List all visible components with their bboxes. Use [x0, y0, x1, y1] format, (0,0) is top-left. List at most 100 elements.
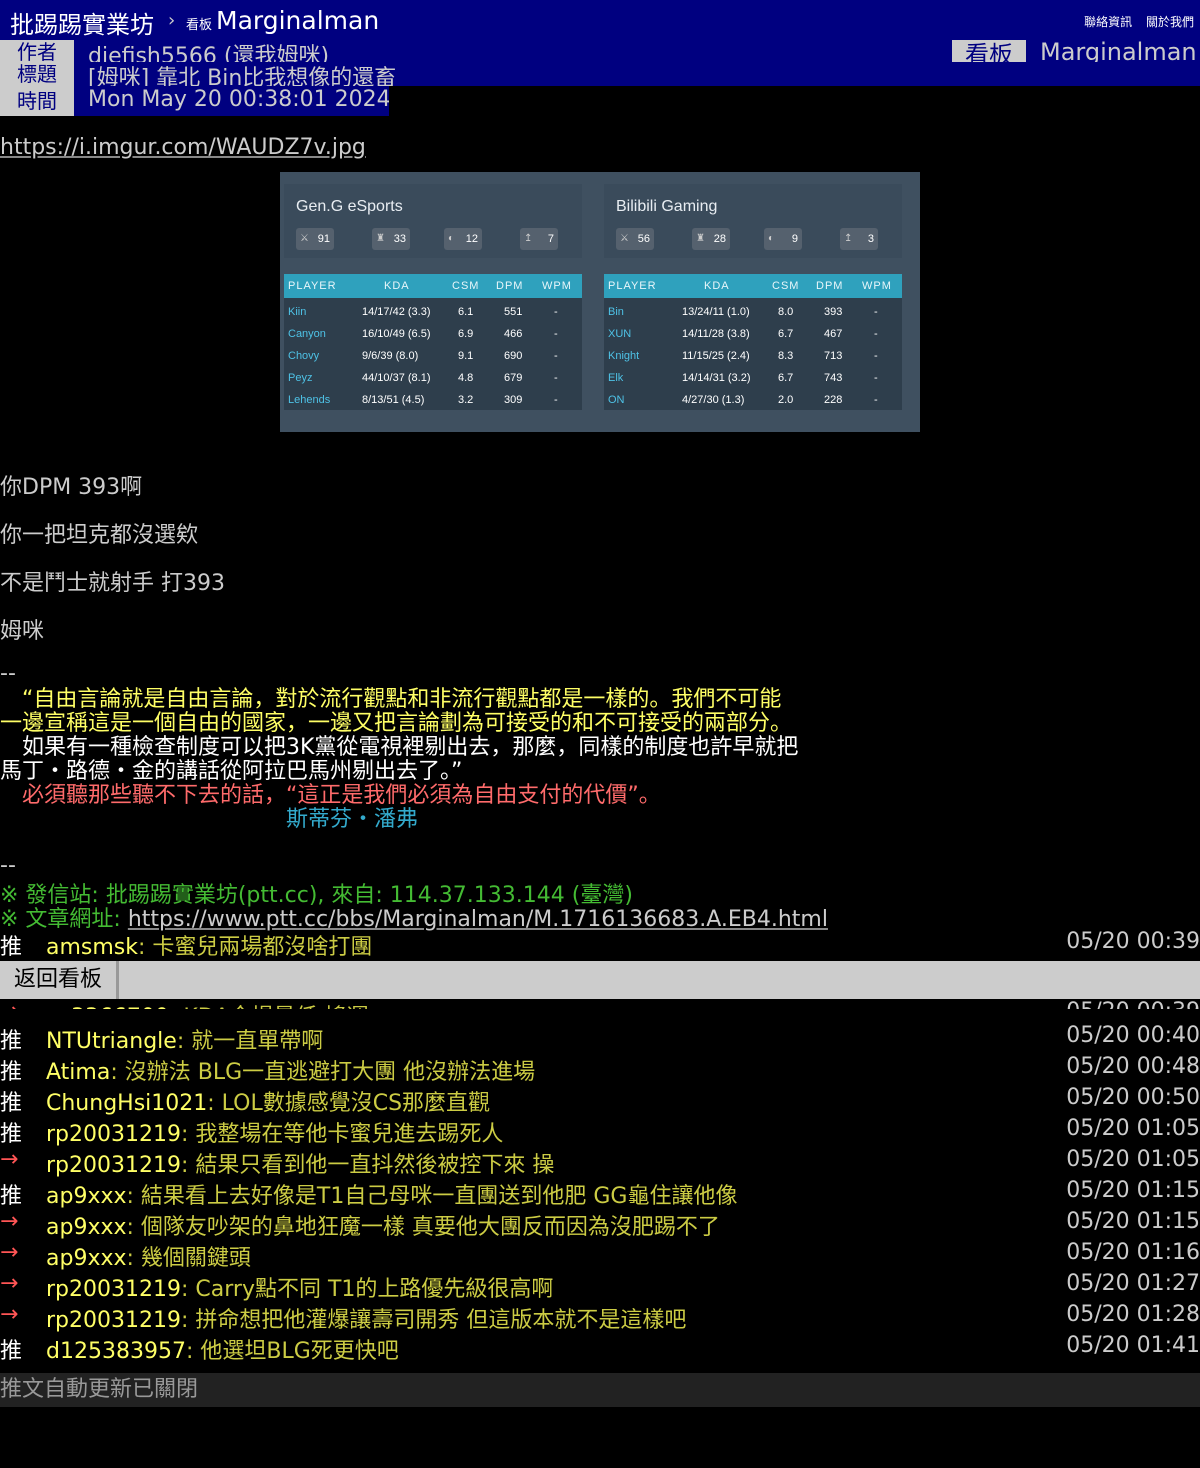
- team-name: Bilibili Gaming: [616, 198, 718, 215]
- arrow-tag: →: [0, 999, 30, 1009]
- table-cell: 743: [824, 372, 843, 384]
- board-tag-label: 看板: [186, 18, 213, 33]
- push-time: 05/20 00:39: [1066, 929, 1200, 954]
- title-value: [姆咪] 靠北 Bin比我想像的還畜: [88, 66, 397, 86]
- push-row: 推 d125383957: 他選坦BLG死更快吧 05/20 01:41: [0, 1333, 1200, 1364]
- push-tag: 推: [0, 1060, 23, 1085]
- table-cell: 44/10/37 (8.1): [362, 372, 431, 384]
- push-content: : LOL數據感覺沒CS那麼直觀: [207, 1091, 491, 1116]
- team-stat-value: 3: [867, 233, 874, 245]
- player-name: Lehends: [288, 394, 331, 406]
- player-name: Chovy: [288, 350, 320, 362]
- table-row: Knight 11/15/25 (2.4) 8.3 713 -: [604, 346, 902, 368]
- arrow-tag: →: [0, 1147, 19, 1172]
- player-name: ON: [608, 394, 625, 406]
- tower-icon: ♜: [696, 233, 705, 244]
- push-user: as3366700: [46, 1005, 169, 1009]
- column-header: KDA: [384, 280, 410, 292]
- push-time: 05/20 00:40: [1066, 1023, 1200, 1048]
- table-row: Bin 13/24/11 (1.0) 8.0 393 -: [604, 302, 902, 324]
- push-time: 05/20 01:15: [1066, 1209, 1200, 1234]
- table-cell: 4.8: [458, 372, 474, 384]
- team-panel: Gen.G eSports ⚔ 91 ♜ 33 ◐ 12 ↥ 7 PLAYER KDA CSM DPM W…: [284, 184, 582, 410]
- team-name: Gen.G eSports: [296, 198, 403, 215]
- push-row: 推 ChungHsi1021: LOL數據感覺沒CS那麼直觀 05/20 00:50: [0, 1085, 1200, 1116]
- table-cell: 2.0: [778, 394, 794, 406]
- signature-line-3: 如果有一種檢查制度可以把3K黨從電視裡剔出去，那麼，同樣的制度也許早就把: [22, 735, 799, 760]
- author-tag: 作者: [0, 40, 74, 62]
- push-user: Atima: [46, 1060, 111, 1085]
- about-link[interactable]: 關於我們: [1146, 15, 1194, 29]
- push-time: 05/20 01:15: [1066, 1178, 1200, 1203]
- team-stat-value: 56: [637, 233, 650, 245]
- image-url-line: https://i.imgur.com/WAUDZ7v.jpg: [0, 135, 366, 160]
- push-tag: 推: [0, 1029, 23, 1054]
- image-url-link[interactable]: https://i.imgur.com/WAUDZ7v.jpg: [0, 135, 366, 160]
- push-tag: 推: [0, 1091, 23, 1116]
- table-cell: 679: [504, 372, 523, 384]
- time-row: 時間 Mon May 20 00:38:01 2024: [0, 86, 389, 116]
- push-tag: 推: [0, 1339, 23, 1364]
- team-stat: ◐ 9: [764, 228, 802, 250]
- signature-line-2: 一邊宣稱這是一個自由的國家，一邊又把言論劃為可接受的和不可接受的兩部分。: [0, 711, 793, 736]
- push-content: : 個隊友吵架的鼻地狂魔一樣 真要他大團反而因為沒肥踢不了: [126, 1215, 720, 1240]
- arrow-tag: →: [0, 1271, 19, 1296]
- player-name: Canyon: [288, 328, 326, 340]
- site-title-link[interactable]: 批踢踢實業坊: [10, 5, 154, 40]
- board-name-link[interactable]: Marginalman: [216, 6, 379, 35]
- push-content: : Carry點不同 T1的上路優先級很高啊: [181, 1277, 554, 1302]
- table-cell: 6.1: [458, 306, 474, 318]
- match-stats-image[interactable]: Gen.G eSports ⚔ 91 ♜ 33 ◐ 12 ↥ 7 PLAYER KDA CSM DPM W…: [280, 172, 920, 432]
- push-user-wrap: rp20031219: 結果只看到他一直抖然後被控下來 操: [46, 1147, 554, 1179]
- push-tag: 推: [0, 1184, 23, 1209]
- team-stat: ⚔ 56: [616, 228, 654, 250]
- player-table: PLAYER KDA CSM DPM WPM Bin 13/24/11 (1.0) 8.0 39…: [604, 274, 902, 410]
- push-tag: 推: [0, 1122, 23, 1147]
- tower-icon: ♜: [376, 233, 385, 244]
- push-row: → as3366700: KDA全場最低 搖運 05/20 00:39: [0, 999, 1200, 1009]
- dragon-icon: ◐: [768, 233, 775, 244]
- table-cell: -: [874, 372, 878, 384]
- push-row: 推 rp20031219: 我整場在等他卡蜜兒進去踢死人 05/20 01:05: [0, 1116, 1200, 1147]
- table-row: Elk 14/14/31 (3.2) 6.7 743 -: [604, 368, 902, 390]
- push-user-wrap: rp20031219: 拼命想把他灌爆讓壽司開秀 但這版本就不是這樣吧: [46, 1302, 686, 1334]
- signature-line-4: 馬丁・路德・金的講話從阿拉巴馬州剔出去了。”: [0, 759, 463, 784]
- table-cell: -: [874, 350, 878, 362]
- push-user-wrap: amsmsk: 卡蜜兒兩場都沒啥打團: [46, 929, 372, 961]
- table-row: Peyz 44/10/37 (8.1) 4.8 679 -: [284, 368, 582, 390]
- column-header: PLAYER: [608, 280, 657, 292]
- column-header: CSM: [772, 280, 800, 292]
- table-cell: 3.2: [458, 394, 474, 406]
- push-user: d125383957: [46, 1339, 186, 1364]
- table-cell: 393: [824, 306, 843, 318]
- team-stat: ♜ 28: [692, 228, 730, 250]
- table-cell: -: [554, 394, 558, 406]
- table-cell: 16/10/49 (6.5): [362, 328, 431, 340]
- push-row: → rp20031219: 拼命想把他灌爆讓壽司開秀 但這版本就不是這樣吧 05/2…: [0, 1302, 1200, 1333]
- table-row: Chovy 9/6/39 (8.0) 9.1 690 -: [284, 346, 582, 368]
- team-stat-value: 91: [317, 233, 330, 245]
- push-user-wrap: ap9xxx: 結果看上去好像是T1自己母咪一直團送到他肥 GG龜住讓他像: [46, 1178, 737, 1210]
- push-user: ap9xxx: [46, 1215, 127, 1240]
- team-stat-value: 33: [393, 233, 406, 245]
- team-stat: ↥ 7: [520, 228, 558, 250]
- team-header: Bilibili Gaming ⚔ 56 ♜ 28 ◐ 9 ↥ 3: [604, 184, 902, 258]
- push-row: 推 NTUtriangle: 就一直單帶啊 05/20 00:40: [0, 1023, 1200, 1054]
- table-cell: 11/15/25 (2.4): [682, 350, 750, 362]
- table-cell: 13/24/11 (1.0): [682, 306, 750, 318]
- team-header: Gen.G eSports ⚔ 91 ♜ 33 ◐ 12 ↥ 7: [284, 184, 582, 258]
- column-header: WPM: [862, 280, 892, 292]
- push-user: NTUtriangle: [46, 1029, 177, 1054]
- push-user-wrap: rp20031219: 我整場在等他卡蜜兒進去踢死人: [46, 1116, 503, 1148]
- contact-link[interactable]: 聯絡資訊: [1084, 15, 1132, 29]
- push-user-wrap: ap9xxx: 個隊友吵架的鼻地狂魔一樣 真要他大團反而因為沒肥踢不了: [46, 1209, 720, 1241]
- push-row: 推 Atima: 沒辦法 BLG一直逃避打大團 他沒辦法進場 05/20 00:48: [0, 1054, 1200, 1085]
- table-cell: -: [874, 328, 878, 340]
- push-content: : 幾個關鍵頭: [126, 1246, 251, 1271]
- sword-icon: ⚔: [300, 233, 309, 244]
- column-header: DPM: [816, 280, 844, 292]
- baron-icon: ↥: [524, 233, 533, 244]
- push-content: : 結果只看到他一直抖然後被控下來 操: [181, 1153, 555, 1178]
- table-header: PLAYER KDA CSM DPM WPM: [604, 274, 902, 298]
- back-to-board-button[interactable]: 返回看板: [0, 961, 119, 999]
